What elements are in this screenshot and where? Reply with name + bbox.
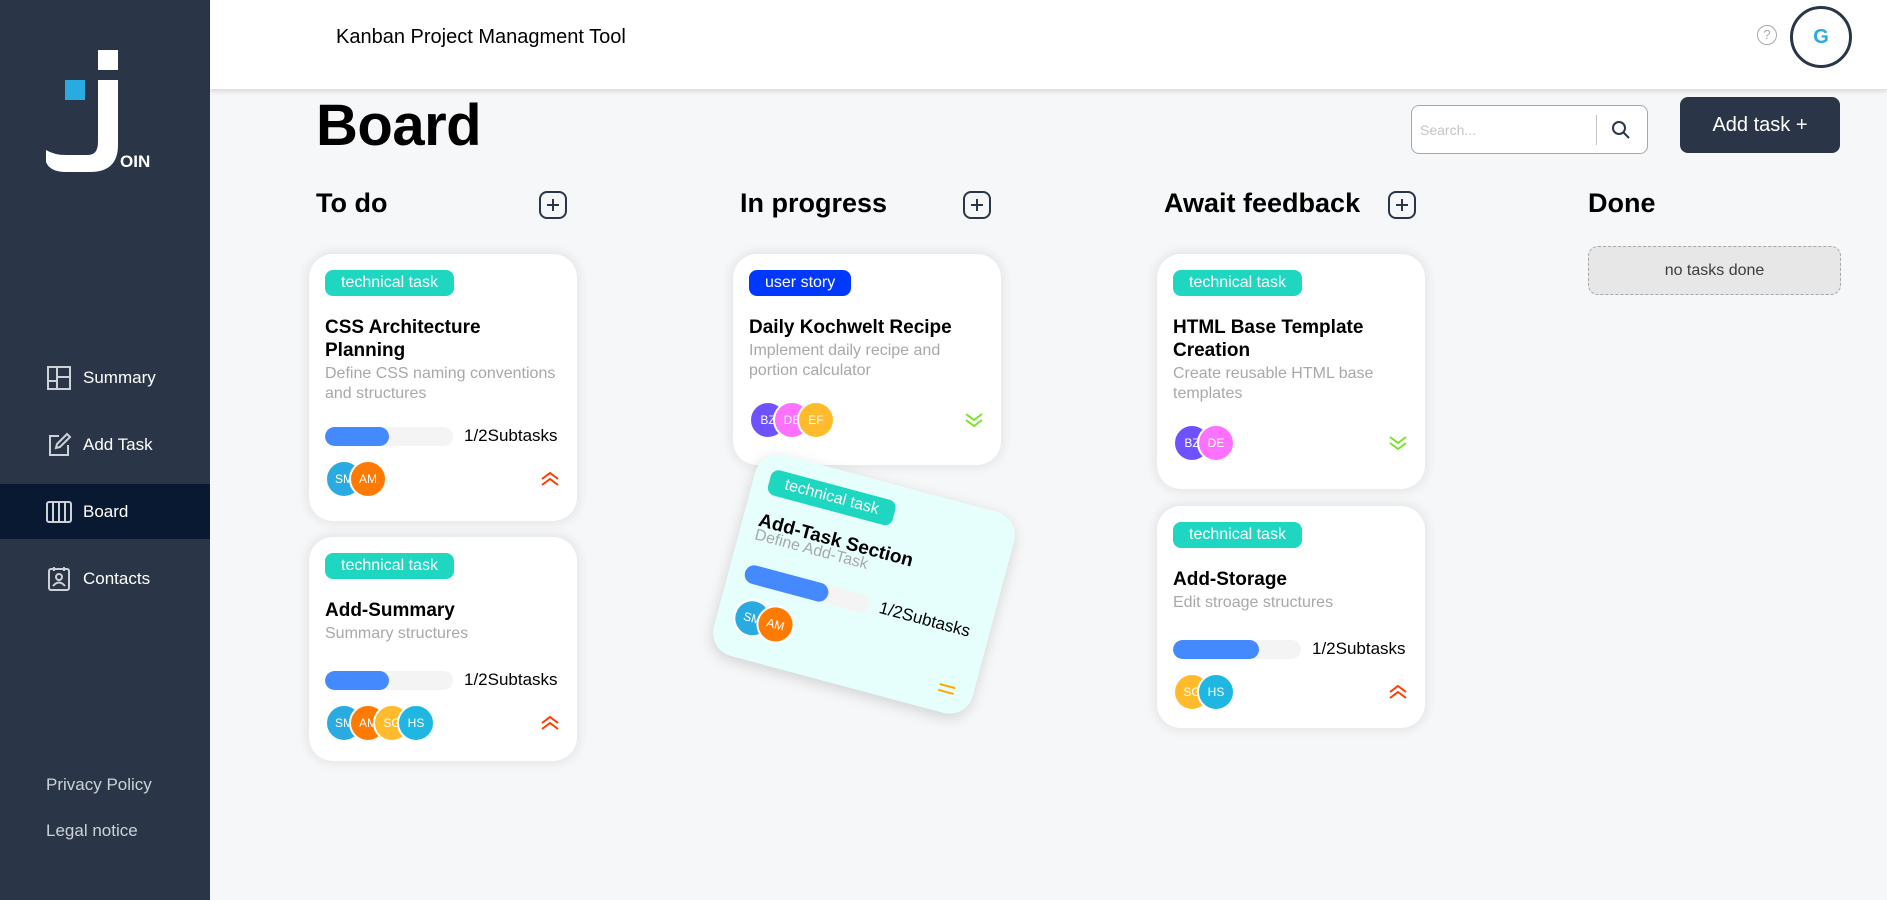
sidebar-item-summary[interactable]: Summary <box>0 350 210 405</box>
help-icon[interactable]: ? <box>1757 25 1777 45</box>
search-button[interactable] <box>1597 110 1645 150</box>
priority-low-icon <box>963 409 985 431</box>
column-title-await-feedback: Await feedback <box>1164 188 1361 218</box>
priority-urgent-icon <box>1387 681 1409 703</box>
priority-urgent-icon <box>539 468 561 490</box>
subtask-progress: 1/2Subtasks <box>325 670 561 690</box>
search-icon <box>1612 120 1630 139</box>
task-description: Create reusable HTML base templates <box>1173 365 1374 402</box>
task-description: Implement daily recipe and portion calcu… <box>749 342 941 379</box>
dragged-task-card[interactable]: technical task Add-Task Section Define A… <box>707 448 1021 720</box>
subtask-count: 1/2Subtasks <box>464 670 558 689</box>
task-title: Add-Summary <box>325 600 455 621</box>
assignee-avatars: SM AM <box>729 594 799 648</box>
task-card[interactable]: user story Daily Kochwelt Recipe Impleme… <box>733 254 1001 465</box>
progress-fill <box>325 426 389 446</box>
sidebar-item-label: Board <box>83 501 129 521</box>
card-footer: SM AM SG HS <box>325 704 561 742</box>
logo-text: OIN <box>120 152 150 171</box>
subtask-progress: 1/2Subtasks <box>325 426 561 446</box>
sidebar-item-label: Add Task <box>83 434 153 454</box>
task-description: Summary structures <box>325 625 469 642</box>
page-title: Board <box>316 93 482 158</box>
assignee-avatars: SM AM <box>325 460 387 498</box>
category-tag: technical task <box>1173 522 1302 548</box>
task-title: HTML Base Template Creation <box>1173 317 1364 361</box>
progress-fill <box>325 670 389 690</box>
progress-bar <box>1173 639 1301 659</box>
task-card[interactable]: technical task HTML Base Template Creati… <box>1157 254 1425 489</box>
summary-icon <box>45 364 73 392</box>
assignee-avatars: SM AM SG HS <box>325 704 435 742</box>
category-tag: technical task <box>1173 270 1302 296</box>
sidebar-item-add-task[interactable]: Add Task <box>0 417 210 472</box>
app-title: Kanban Project Managment Tool <box>336 26 626 48</box>
category-tag: technical task <box>325 553 454 579</box>
legal-notice-link[interactable]: Legal notice <box>46 821 152 841</box>
join-logo[interactable]: OIN <box>46 50 156 175</box>
card-footer: BZ DE EF <box>749 401 985 439</box>
empty-column-placeholder: no tasks done <box>1588 246 1841 295</box>
task-title: CSS Architecture Planning <box>325 317 481 361</box>
top-header: Kanban Project Managment Tool ? G <box>210 0 1887 89</box>
contacts-icon <box>45 565 73 593</box>
task-title: Add-Storage <box>1173 569 1287 590</box>
sidebar-item-label: Contacts <box>83 568 151 588</box>
sidebar-item-label: Summary <box>83 367 156 387</box>
priority-urgent-icon <box>539 712 561 734</box>
task-title: Daily Kochwelt Recipe <box>749 317 952 338</box>
add-in-progress-button[interactable] <box>963 191 991 219</box>
assignee-avatar: AM <box>349 460 387 498</box>
subtask-progress: 1/2Subtasks <box>1173 639 1409 659</box>
subtask-count: 1/2Subtasks <box>464 426 558 445</box>
card-footer: SG HS <box>1173 673 1409 711</box>
column-title-in-progress: In progress <box>740 188 888 218</box>
category-tag: user story <box>749 270 852 296</box>
add-todo-button[interactable] <box>539 191 567 219</box>
task-description: Define CSS naming conventions and struct… <box>325 365 556 402</box>
assignee-avatar: DE <box>1197 424 1235 462</box>
sidebar: OIN Summary Add Task Board Contacts Priv… <box>0 0 210 900</box>
board-icon <box>45 498 73 526</box>
task-card[interactable]: technical task Add-Storage Edit stroage … <box>1157 506 1425 728</box>
add-await-feedback-button[interactable] <box>1388 191 1416 219</box>
progress-bar <box>325 426 453 446</box>
subtask-count: 1/2Subtasks <box>1312 639 1406 658</box>
column-title-todo: To do <box>316 188 388 218</box>
progress-bar <box>325 670 453 690</box>
assignee-avatars: SG HS <box>1173 673 1235 711</box>
sidebar-item-board[interactable]: Board <box>0 484 210 539</box>
priority-low-icon <box>1387 432 1409 454</box>
privacy-policy-link[interactable]: Privacy Policy <box>46 775 152 795</box>
category-tag: technical task <box>325 270 454 296</box>
task-card[interactable]: technical task CSS Architecture Planning… <box>309 254 577 521</box>
task-card[interactable]: technical task Add-Summary Summary struc… <box>309 537 577 761</box>
edit-icon <box>45 431 73 459</box>
add-task-button[interactable]: Add task + <box>1680 97 1840 153</box>
search-box <box>1411 105 1648 154</box>
column-title-done: Done <box>1588 188 1656 218</box>
assignee-avatar: HS <box>1197 673 1235 711</box>
priority-medium-icon <box>933 675 960 702</box>
assignee-avatars: BZ DE <box>1173 424 1235 462</box>
task-description: Edit stroage structures <box>1173 594 1334 611</box>
user-avatar[interactable]: G <box>1790 6 1852 68</box>
card-footer: SM AM <box>325 460 561 498</box>
assignee-avatar: HS <box>397 704 435 742</box>
sidebar-nav: Summary Add Task Board Contacts <box>0 350 210 618</box>
progress-fill <box>1173 639 1259 659</box>
search-input[interactable] <box>1420 121 1596 138</box>
card-footer: BZ DE <box>1173 424 1409 462</box>
sidebar-links: Privacy Policy Legal notice <box>46 775 152 867</box>
assignee-avatar: EF <box>797 401 835 439</box>
sidebar-item-contacts[interactable]: Contacts <box>0 551 210 606</box>
assignee-avatars: BZ DE EF <box>749 401 835 439</box>
